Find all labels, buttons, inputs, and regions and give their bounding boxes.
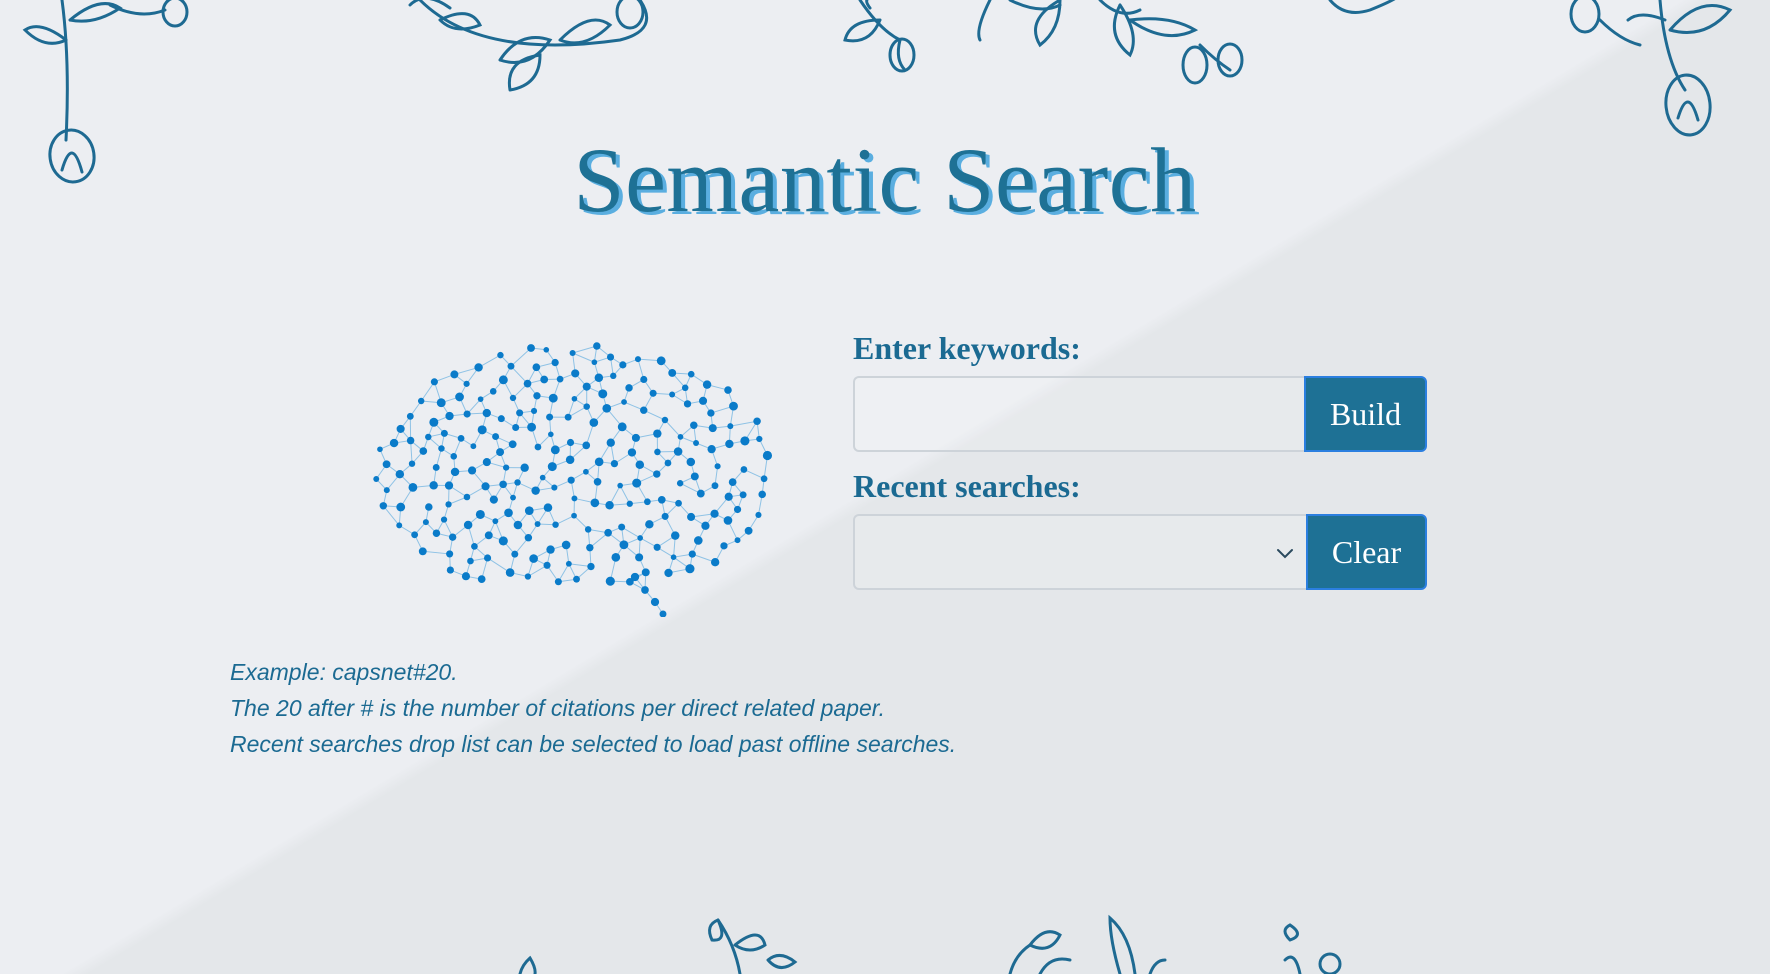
build-button[interactable]: Build xyxy=(1304,376,1427,452)
keywords-input[interactable] xyxy=(853,376,1304,452)
floral-vine-icon xyxy=(408,0,649,92)
help-text: Example: capsnet#20. The 20 after # is t… xyxy=(230,654,1230,762)
recent-searches-label: Recent searches: xyxy=(853,468,1081,504)
recent-row: Clear xyxy=(853,514,1427,590)
keywords-label: Enter keywords: xyxy=(853,330,1081,366)
help-line: Example: capsnet#20. xyxy=(230,659,458,685)
chevron-down-icon xyxy=(1277,549,1293,559)
recent-searches-select[interactable] xyxy=(853,514,1306,590)
keywords-row: Build xyxy=(853,376,1427,452)
search-form: Enter keywords: Build Recent searches: C… xyxy=(853,328,1427,590)
clear-button[interactable]: Clear xyxy=(1306,514,1427,590)
floral-vine-icon xyxy=(1569,0,1733,137)
brain-network-icon xyxy=(373,342,773,617)
page-title: Semantic Search xyxy=(573,129,1197,231)
floral-vine-icon xyxy=(843,0,1396,85)
floral-vine-icon xyxy=(518,914,1342,974)
help-line: The 20 after # is the number of citation… xyxy=(230,695,886,721)
help-line: Recent searches drop list can be selecte… xyxy=(230,731,957,757)
